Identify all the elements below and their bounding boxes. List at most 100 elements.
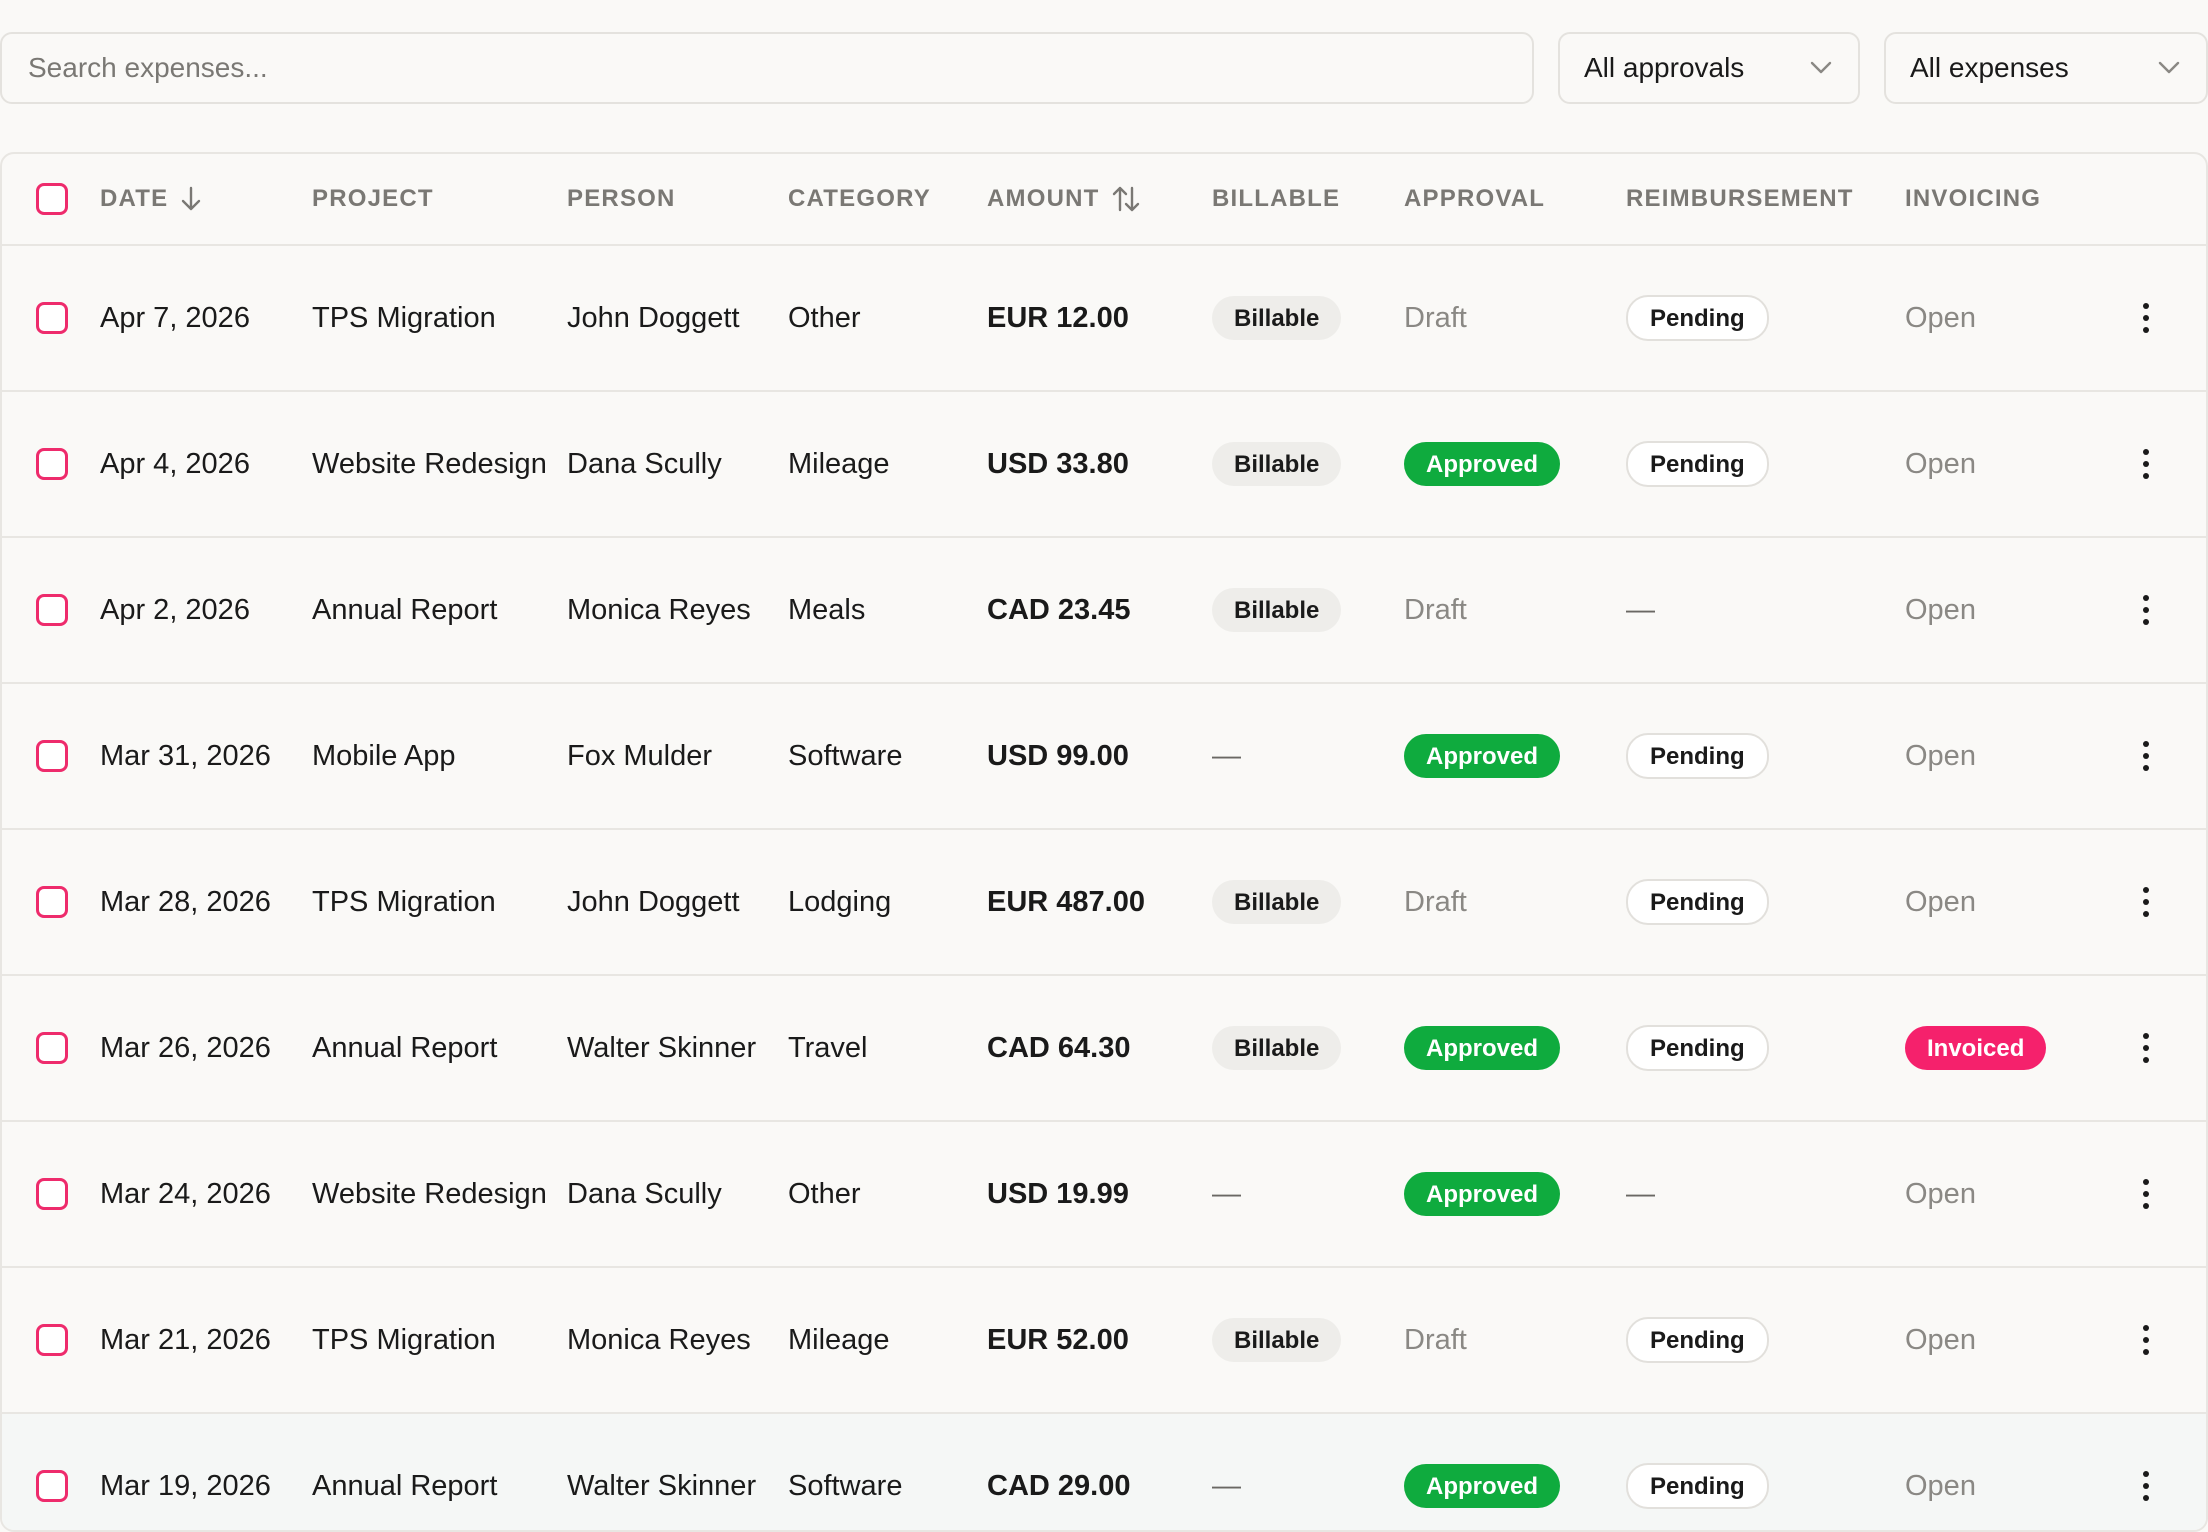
billable-cell: Billable	[1212, 246, 1392, 390]
column-header-date[interactable]: DATE	[100, 154, 290, 244]
kebab-dot	[2143, 1191, 2149, 1197]
billable-cell: —	[1212, 684, 1392, 828]
project-cell: Website Redesign	[312, 1122, 562, 1266]
more-options-icon[interactable]	[2143, 595, 2149, 625]
more-options-icon[interactable]	[2143, 887, 2149, 917]
expenses-filter-select[interactable]: All expenses	[1884, 32, 2208, 104]
row-checkbox[interactable]	[36, 302, 68, 334]
person-cell: Walter Skinner	[567, 1414, 782, 1530]
row-actions-cell[interactable]	[2126, 1268, 2166, 1412]
reimbursement-cell: Pending	[1626, 684, 1886, 828]
column-header-reimbursement[interactable]: REIMBURSEMENT	[1626, 154, 1886, 244]
more-options-icon[interactable]	[2143, 1471, 2149, 1501]
reimbursement-badge: Pending	[1626, 441, 1769, 487]
row-actions-cell[interactable]	[2126, 976, 2166, 1120]
column-header-category-label: CATEGORY	[788, 185, 931, 212]
column-header-project[interactable]: PROJECT	[312, 154, 562, 244]
project-value: TPS Migration	[312, 885, 496, 918]
column-header-person[interactable]: PERSON	[567, 154, 782, 244]
project-value: Website Redesign	[312, 447, 547, 480]
table-row[interactable]: Apr 7, 2026 TPS Migration John Doggett Othe…	[2, 246, 2206, 392]
chevron-down-icon	[1810, 61, 1832, 75]
billable-cell: Billable	[1212, 392, 1392, 536]
date-cell: Mar 28, 2026	[100, 830, 290, 974]
approval-cell: Draft	[1404, 830, 1614, 974]
search-input[interactable]	[28, 52, 1532, 84]
more-options-icon[interactable]	[2143, 1325, 2149, 1355]
category-cell: Meals	[788, 538, 978, 682]
column-header-invoicing[interactable]: INVOICING	[1905, 154, 2105, 244]
row-checkbox[interactable]	[36, 448, 68, 480]
kebab-dot	[2143, 1471, 2149, 1477]
table-row[interactable]: Mar 21, 2026 TPS Migration Monica Reyes Mil…	[2, 1268, 2206, 1414]
invoicing-status-text: Open	[1905, 739, 1976, 772]
more-options-icon[interactable]	[2143, 449, 2149, 479]
column-header-category[interactable]: CATEGORY	[788, 154, 978, 244]
kebab-dot	[2143, 1495, 2149, 1501]
table-header-row: DATE PROJECT PERSON CATEGORY AMOUNT BILL…	[2, 154, 2206, 246]
table-row[interactable]: Mar 31, 2026 Mobile App Fox Mulder Software…	[2, 684, 2206, 830]
row-checkbox[interactable]	[36, 1324, 68, 1356]
approvals-filter-select[interactable]: All approvals	[1558, 32, 1860, 104]
table-row[interactable]: Apr 2, 2026 Annual Report Monica Reyes Meal…	[2, 538, 2206, 684]
column-header-billable[interactable]: BILLABLE	[1212, 154, 1392, 244]
row-checkbox[interactable]	[36, 594, 68, 626]
kebab-dot	[2143, 911, 2149, 917]
more-options-icon[interactable]	[2143, 741, 2149, 771]
category-value: Mileage	[788, 1323, 890, 1356]
table-row[interactable]: Mar 19, 2026 Annual Report Walter Skinner S…	[2, 1414, 2206, 1530]
invoicing-cell: Open	[1905, 684, 2105, 828]
billable-cell: Billable	[1212, 538, 1392, 682]
select-all-checkbox[interactable]	[36, 183, 68, 215]
column-header-amount[interactable]: AMOUNT	[987, 154, 1202, 244]
search-box[interactable]	[0, 32, 1534, 104]
kebab-dot	[2143, 1325, 2149, 1331]
row-actions-cell[interactable]	[2126, 246, 2166, 390]
row-actions-cell[interactable]	[2126, 1122, 2166, 1266]
table-row[interactable]: Mar 28, 2026 TPS Migration John Doggett Lod…	[2, 830, 2206, 976]
row-actions-cell[interactable]	[2126, 830, 2166, 974]
approval-status-badge: Approved	[1404, 734, 1561, 778]
column-header-approval[interactable]: APPROVAL	[1404, 154, 1614, 244]
project-cell: Mobile App	[312, 684, 562, 828]
more-options-icon[interactable]	[2143, 1179, 2149, 1209]
row-checkbox[interactable]	[36, 1032, 68, 1064]
row-select-cell	[36, 246, 68, 390]
column-header-billable-label: BILLABLE	[1212, 185, 1341, 212]
row-select-cell	[36, 830, 68, 974]
amount-cell: EUR 12.00	[987, 246, 1202, 390]
kebab-dot	[2143, 607, 2149, 613]
billable-empty: —	[1212, 739, 1241, 772]
row-actions-cell[interactable]	[2126, 684, 2166, 828]
billable-badge: Billable	[1212, 296, 1342, 340]
row-select-cell	[36, 392, 68, 536]
amount-value: USD 99.00	[987, 739, 1129, 772]
row-select-cell	[36, 538, 68, 682]
project-value: Annual Report	[312, 1031, 498, 1064]
row-checkbox[interactable]	[36, 886, 68, 918]
kebab-dot	[2143, 1033, 2149, 1039]
approval-status-badge: Approved	[1404, 1026, 1561, 1070]
row-actions-cell[interactable]	[2126, 538, 2166, 682]
amount-value: USD 33.80	[987, 447, 1129, 480]
table-row[interactable]: Mar 26, 2026 Annual Report Walter Skinner T…	[2, 976, 2206, 1122]
kebab-dot	[2143, 449, 2149, 455]
table-row[interactable]: Apr 4, 2026 Website Redesign Dana Scully Mi…	[2, 392, 2206, 538]
row-checkbox[interactable]	[36, 1470, 68, 1502]
category-cell: Lodging	[788, 830, 978, 974]
row-actions-cell[interactable]	[2126, 1414, 2166, 1530]
row-checkbox[interactable]	[36, 1178, 68, 1210]
reimbursement-badge: Pending	[1626, 733, 1769, 779]
sort-arrows-icon	[1112, 186, 1139, 212]
more-options-icon[interactable]	[2143, 303, 2149, 333]
table-row[interactable]: Mar 24, 2026 Website Redesign Dana Scully O…	[2, 1122, 2206, 1268]
person-value: Monica Reyes	[567, 593, 751, 626]
kebab-dot	[2143, 461, 2149, 467]
date-cell: Mar 24, 2026	[100, 1122, 290, 1266]
row-actions-cell[interactable]	[2126, 392, 2166, 536]
amount-cell: USD 33.80	[987, 392, 1202, 536]
more-options-icon[interactable]	[2143, 1033, 2149, 1063]
invoicing-cell: Invoiced	[1905, 976, 2105, 1120]
person-value: Fox Mulder	[567, 739, 713, 772]
row-checkbox[interactable]	[36, 740, 68, 772]
